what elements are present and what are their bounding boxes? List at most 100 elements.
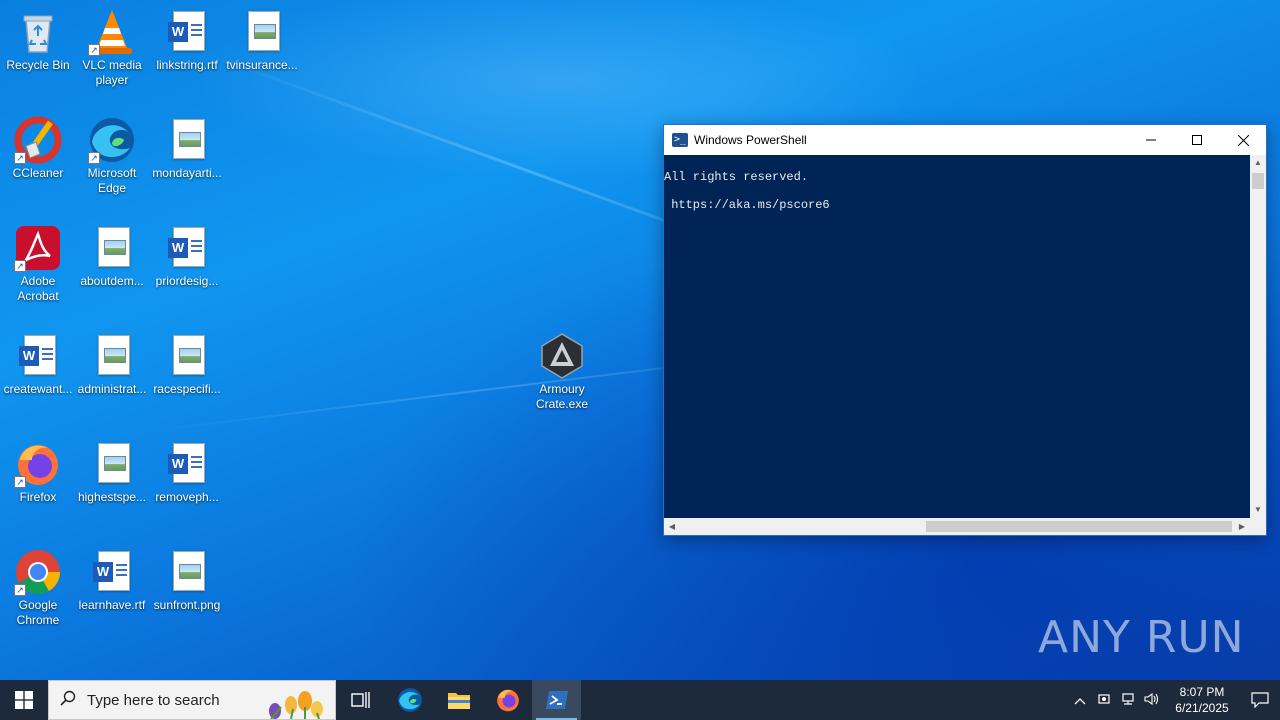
minimize-icon [1146, 139, 1156, 141]
clock-time: 8:07 PM [1179, 685, 1225, 699]
firefox-icon: ↗ [14, 440, 62, 488]
shortcut-arrow-icon: ↗ [88, 152, 100, 164]
chevron-up-icon[interactable] [1068, 693, 1092, 708]
shortcut-arrow-icon: ↗ [14, 584, 26, 596]
word-document-icon: W [88, 548, 136, 596]
desktop-icon-microsoft-edge[interactable]: ↗ Microsoft Edge [74, 116, 150, 196]
windows-logo-icon [15, 691, 33, 709]
edge-icon: ↗ [88, 116, 136, 164]
taskbar-search[interactable] [48, 680, 336, 720]
desktop-icon-firefox[interactable]: ↗ Firefox [0, 440, 76, 505]
vertical-scrollbar[interactable]: ▲ ▼ [1250, 155, 1266, 518]
desktop-icon-label: priordesig... [155, 274, 219, 288]
shortcut-arrow-icon: ↗ [14, 152, 26, 164]
desktop-icon-racespecifi[interactable]: racespecifi... [149, 332, 225, 397]
resize-grip-icon[interactable] [1250, 518, 1266, 535]
powershell-icon: >_ [672, 133, 688, 147]
adobe-acrobat-icon: ↗ [14, 224, 62, 272]
window-titlebar[interactable]: >_ Windows PowerShell [664, 125, 1266, 155]
clock-date: 6/21/2025 [1175, 701, 1229, 715]
desktop-icon-removeph[interactable]: W removeph... [149, 440, 225, 505]
tray-app-icon[interactable] [1092, 692, 1116, 709]
search-input[interactable] [87, 691, 267, 709]
desktop-icon-learnhave[interactable]: W learnhave.rtf [74, 548, 150, 613]
console-output: All rights reserved. https://aka.ms/psco… [664, 170, 830, 212]
desktop-icon-label: learnhave.rtf [78, 598, 146, 612]
image-file-icon [88, 332, 136, 380]
image-file-icon [163, 116, 211, 164]
desktop-icon-administrat[interactable]: administrat... [74, 332, 150, 397]
minimize-button[interactable] [1128, 125, 1174, 155]
desktop-icon-priordesig[interactable]: W priordesig... [149, 224, 225, 289]
desktop-icon-ccleaner[interactable]: ↗ CCleaner [0, 116, 76, 181]
chrome-icon: ↗ [14, 548, 62, 596]
image-file-icon [163, 332, 211, 380]
powershell-window[interactable]: >_ Windows PowerShell All rights reserve… [663, 124, 1267, 536]
desktop-icon-linkstring[interactable]: W linkstring.rtf [149, 8, 225, 73]
recycle-bin-icon [14, 8, 62, 56]
desktop-icon-aboutdem[interactable]: aboutdem... [74, 224, 150, 289]
start-button[interactable] [0, 680, 48, 720]
desktop-icon-label: Google Chrome [16, 598, 60, 627]
horizontal-scrollbar[interactable]: ◀ ▶ [664, 518, 1250, 535]
powershell-icon [545, 691, 568, 709]
desktop-icon-label: VLC media player [82, 58, 142, 87]
desktop-icon-label: tvinsurance... [226, 58, 298, 72]
armoury-crate-icon [538, 332, 586, 380]
desktop-icon-label: Firefox [19, 490, 57, 504]
desktop-icon-armoury-crate[interactable]: Armoury Crate.exe [524, 332, 600, 412]
desktop-icon-adobe-acrobat[interactable]: ↗ Adobe Acrobat [0, 224, 76, 304]
scroll-down-arrow-icon[interactable]: ▼ [1250, 502, 1266, 518]
desktop-icon-mondayarti[interactable]: mondayarti... [149, 116, 225, 181]
scroll-up-arrow-icon[interactable]: ▲ [1250, 155, 1266, 171]
taskbar-powershell[interactable] [532, 680, 581, 720]
desktop-icon-recycle-bin[interactable]: Recycle Bin [0, 8, 76, 73]
desktop-icon-tvinsurance[interactable]: tvinsurance... [224, 8, 300, 73]
horizontal-scroll-thumb[interactable] [926, 521, 1232, 532]
task-view-button[interactable] [336, 680, 385, 720]
vlc-icon: ↗ [88, 8, 136, 56]
firefox-icon [496, 689, 519, 712]
desktop-icon-label: administrat... [77, 382, 147, 396]
desktop-icon-vlc[interactable]: ↗ VLC media player [74, 8, 150, 88]
console-area[interactable]: All rights reserved. https://aka.ms/psco… [664, 155, 1250, 518]
desktop-icon-label: mondayarti... [152, 166, 222, 180]
desktop-icon-google-chrome[interactable]: ↗ Google Chrome [0, 548, 76, 628]
maximize-button[interactable] [1174, 125, 1220, 155]
taskbar-edge[interactable] [385, 680, 434, 720]
network-icon[interactable] [1116, 692, 1140, 709]
shortcut-arrow-icon: ↗ [88, 44, 100, 56]
search-icon [49, 690, 87, 710]
edge-icon [397, 688, 422, 712]
desktop-icon-label: Recycle Bin [6, 58, 70, 72]
desktop-icon-highestspe[interactable]: highestspe... [74, 440, 150, 505]
desktop-icon-label: createwant... [3, 382, 73, 396]
desktop-icon-label: highestspe... [77, 490, 147, 504]
scroll-right-arrow-icon[interactable]: ▶ [1234, 518, 1250, 535]
taskbar-firefox[interactable] [483, 680, 532, 720]
vertical-scroll-thumb[interactable] [1252, 173, 1264, 189]
image-file-icon [238, 8, 286, 56]
taskbar-clock[interactable]: 8:07 PM 6/21/2025 [1164, 684, 1240, 716]
anyrun-watermark: ANY RUN [1038, 612, 1245, 663]
shortcut-arrow-icon: ↗ [14, 260, 26, 272]
scroll-left-arrow-icon[interactable]: ◀ [664, 518, 680, 535]
close-button[interactable] [1220, 125, 1266, 155]
image-file-icon [88, 224, 136, 272]
taskbar-file-explorer[interactable] [434, 680, 483, 720]
image-file-icon [163, 548, 211, 596]
desktop-icon-label: linkstring.rtf [156, 58, 218, 72]
desktop-icon-sunfront[interactable]: sunfront.png [149, 548, 225, 613]
desktop-icon-label: aboutdem... [80, 274, 144, 288]
file-explorer-icon [447, 693, 470, 709]
volume-icon[interactable] [1140, 692, 1164, 709]
desktop-icon-label: sunfront.png [153, 598, 221, 612]
shortcut-arrow-icon: ↗ [14, 476, 26, 488]
search-highlight-flowers-icon [269, 691, 323, 719]
ccleaner-icon: ↗ [14, 116, 62, 164]
desktop-icon-createwant[interactable]: W createwant... [0, 332, 76, 397]
action-center-button[interactable] [1240, 680, 1280, 720]
taskbar: 8:07 PM 6/21/2025 [0, 680, 1280, 720]
desktop-icon-label: Armoury Crate.exe [535, 382, 589, 411]
task-view-icon [350, 692, 370, 708]
